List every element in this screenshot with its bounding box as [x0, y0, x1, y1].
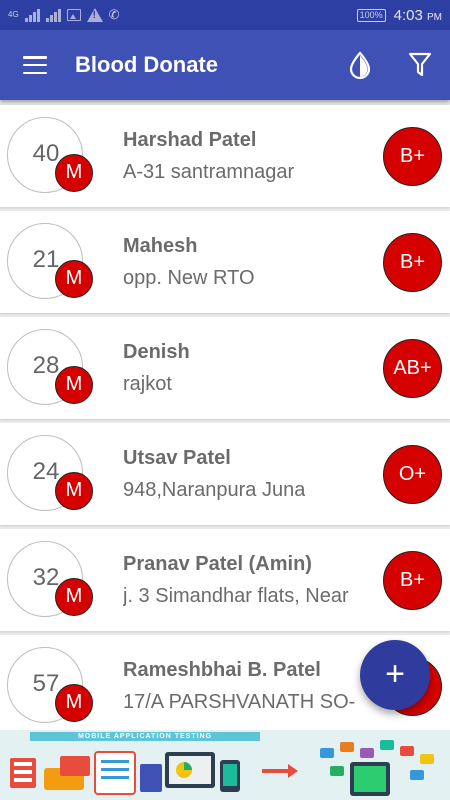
- blood-drop-icon: [349, 51, 371, 79]
- app-toolbar: Blood Donate: [0, 30, 450, 100]
- filter-icon: [408, 52, 432, 77]
- clock-time: 4:03: [393, 6, 423, 24]
- donor-card[interactable]: 21 M Mahesh opp. New RTO B+: [0, 211, 450, 313]
- signal-icon: [24, 8, 40, 22]
- phone-icon: ✆: [108, 7, 120, 22]
- donor-name: Denish: [123, 341, 190, 363]
- donor-list[interactable]: 40 M Harshad Patel A-31 santramnagar B+ …: [0, 100, 450, 730]
- menu-icon: [23, 56, 47, 74]
- donor-name: Utsav Patel: [123, 447, 231, 469]
- donor-address: A-31 santramnagar: [123, 161, 295, 183]
- signal-2-icon: [45, 8, 61, 22]
- donor-address: opp. New RTO: [123, 267, 255, 289]
- blood-drop-button[interactable]: [330, 30, 390, 100]
- status-right: 100% 4:03 PM: [356, 7, 442, 24]
- warning-icon: [86, 8, 103, 22]
- gender-badge: M: [55, 684, 93, 722]
- blood-group-badge: B+: [383, 551, 442, 610]
- network-type: 4G: [8, 10, 19, 19]
- status-left: 4G ✆: [8, 7, 120, 23]
- donor-card[interactable]: 28 M Denish rajkot AB+: [0, 317, 450, 419]
- add-donor-button[interactable]: +: [360, 640, 430, 710]
- donor-name: Mahesh: [123, 235, 198, 257]
- donor-address: j. 3 Simandhar flats, Near: [123, 585, 349, 607]
- donor-card[interactable]: 24 M Utsav Patel 948,Naranpura Juna O+: [0, 423, 450, 525]
- filter-button[interactable]: [390, 30, 450, 100]
- ad-banner[interactable]: MOBILE APPLICATION TESTING: [0, 730, 450, 800]
- gender-badge: M: [55, 472, 93, 510]
- donor-name: Rameshbhai B. Patel: [123, 659, 321, 681]
- gender-badge: M: [55, 260, 93, 298]
- gender-badge: M: [55, 578, 93, 616]
- donor-address: rajkot: [123, 373, 172, 395]
- blood-group-badge: B+: [383, 233, 442, 292]
- donor-name: Pranav Patel (Amin): [123, 553, 312, 575]
- gender-badge: M: [55, 154, 93, 192]
- donor-name: Harshad Patel: [123, 129, 257, 151]
- gender-badge: M: [55, 366, 93, 404]
- battery-icon: 100%: [356, 8, 386, 22]
- status-bar: 4G ✆ 100% 4:03 PM: [0, 0, 450, 30]
- blood-group-badge: O+: [383, 445, 442, 504]
- donor-address: 17/A PARSHVANATH SO-: [123, 691, 356, 713]
- blood-group-badge: B+: [383, 127, 442, 186]
- donor-address: 948,Naranpura Juna: [123, 479, 306, 501]
- clock-ampm: PM: [427, 11, 442, 23]
- ad-title: MOBILE APPLICATION TESTING: [30, 732, 260, 741]
- clock: 4:03 PM: [394, 7, 442, 24]
- menu-button[interactable]: [0, 30, 70, 100]
- gallery-icon: [66, 9, 81, 21]
- donor-card[interactable]: 40 M Harshad Patel A-31 santramnagar B+: [0, 105, 450, 207]
- blood-group-badge: AB+: [383, 339, 442, 398]
- page-title: Blood Donate: [75, 52, 218, 77]
- donor-card[interactable]: 32 M Pranav Patel (Amin) j. 3 Simandhar …: [0, 529, 450, 631]
